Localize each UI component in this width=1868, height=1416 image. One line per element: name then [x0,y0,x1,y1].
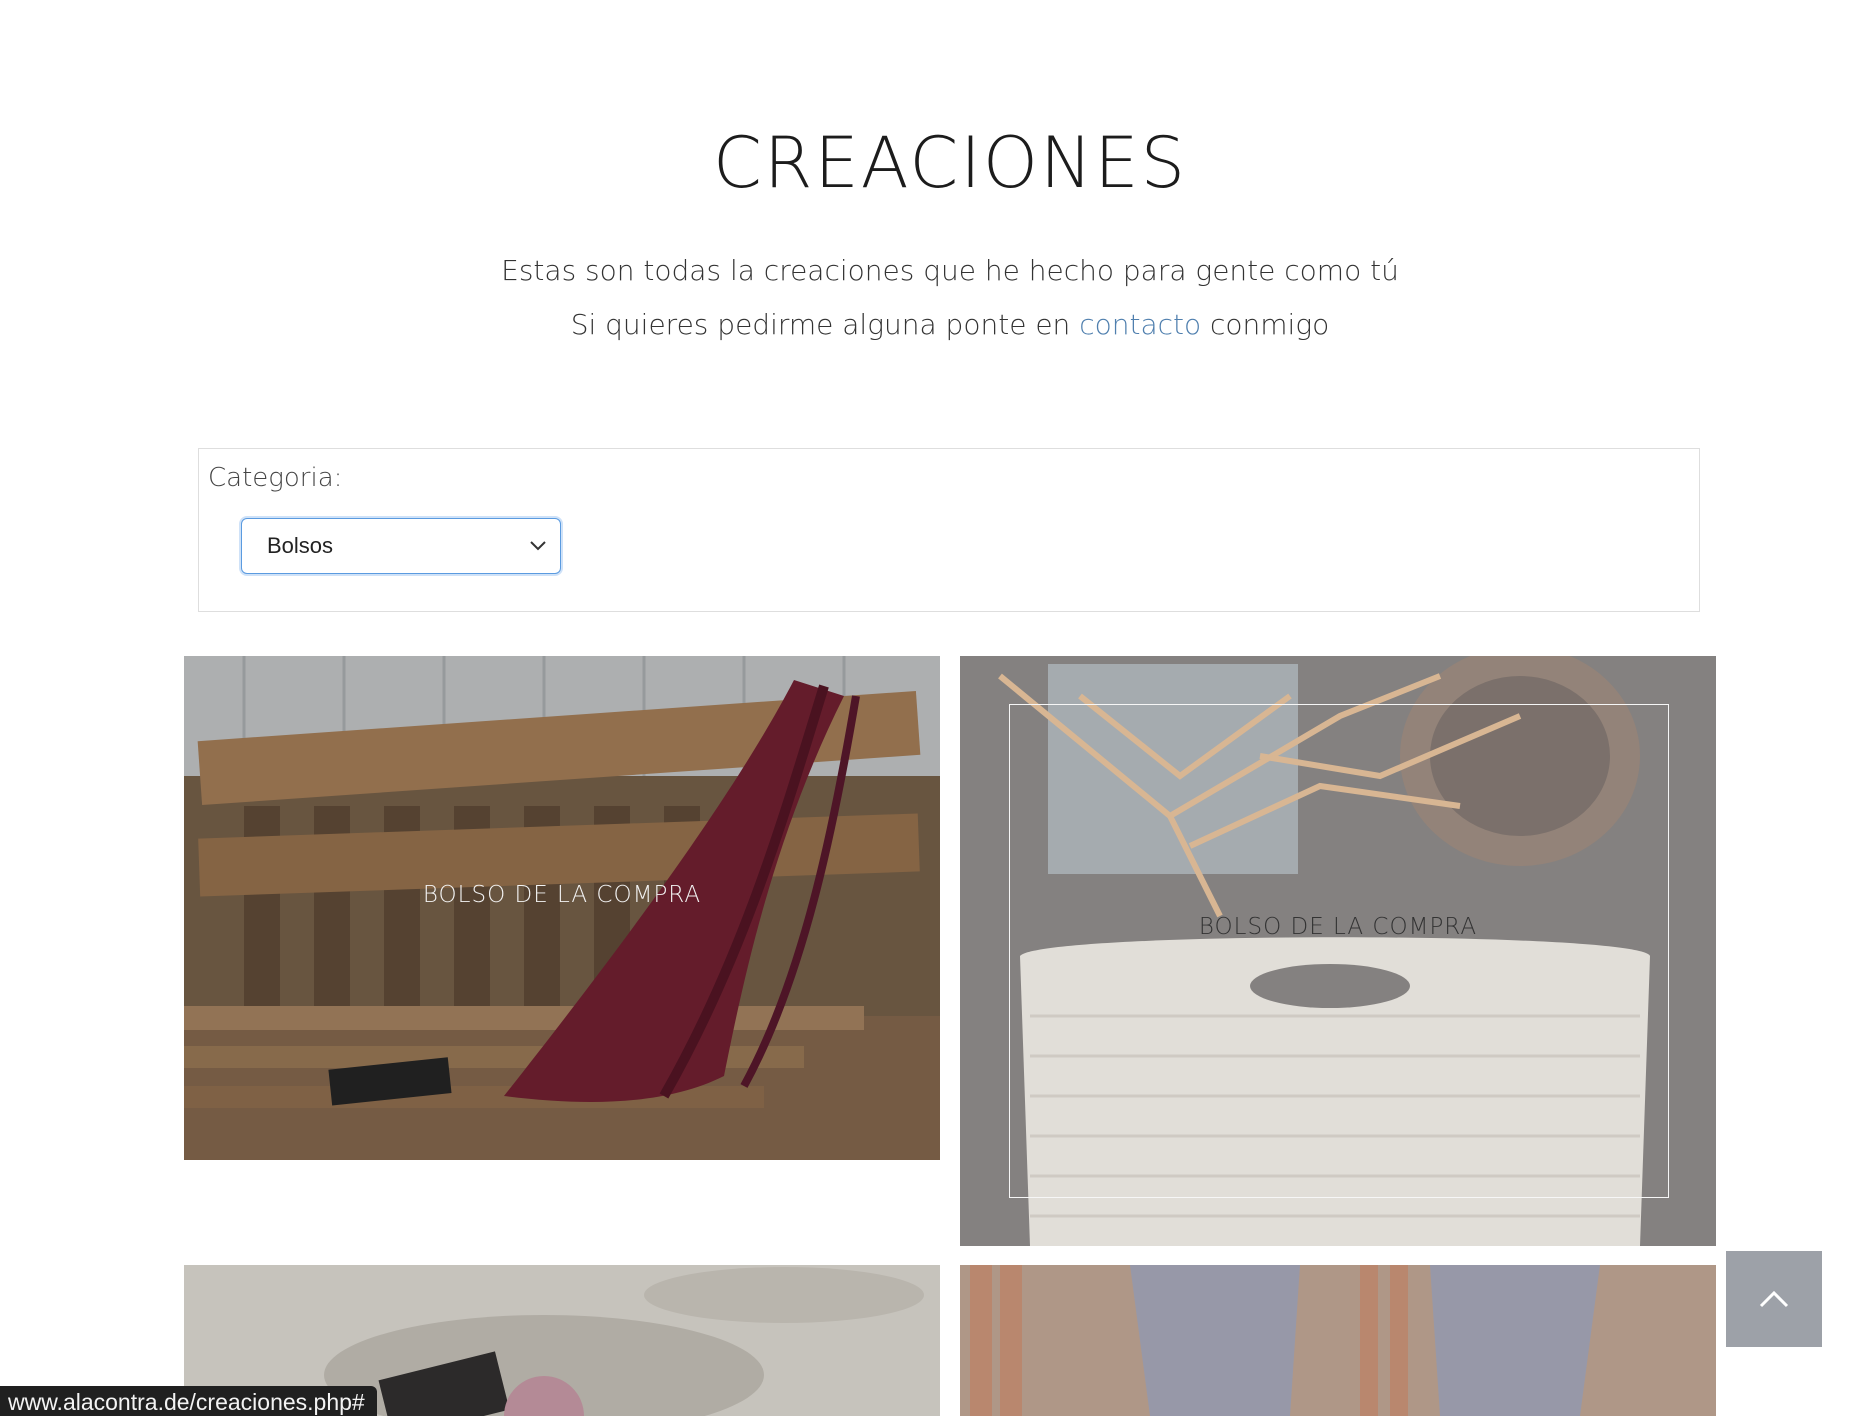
intro-text-before-link: Si quieres pedirme alguna ponte en [570,308,1080,341]
category-label: Categoria: [208,463,343,493]
intro-text-after-link: conmigo [1201,308,1330,341]
page-title: CREACIONES [712,122,1188,204]
link-status-bar: www.alacontra.de/creaciones.php# [0,1386,377,1416]
gallery-item-2[interactable]: BOLSO DE LA COMPRA [960,656,1716,1246]
intro-line-1: Estas son todas la creaciones que he hec… [501,254,1399,287]
intro-line-2: Si quieres pedirme alguna ponte en conta… [0,308,1868,341]
contact-link[interactable]: contacto [1079,308,1201,341]
category-select[interactable]: Bolsos [241,518,561,574]
category-select-value: Bolsos [267,533,334,558]
scroll-to-top-button[interactable] [1726,1251,1822,1347]
gallery-item-1[interactable]: BOLSO DE LA COMPRA [184,656,940,1160]
hover-frame [1009,704,1669,1198]
category-filter-panel: Categoria: Bolsos [198,448,1700,612]
chevron-down-icon [530,541,546,551]
chevron-up-icon [1759,1290,1789,1308]
gallery-item-4[interactable] [960,1265,1716,1416]
bag-photo [960,1265,1716,1416]
page: CREACIONES Estas son todas la creaciones… [0,0,1868,1416]
bag-photo [184,656,940,1160]
gallery-item-label: BOLSO DE LA COMPRA [1198,914,1478,940]
gallery-item-label: BOLSO DE LA COMPRA [422,882,702,908]
